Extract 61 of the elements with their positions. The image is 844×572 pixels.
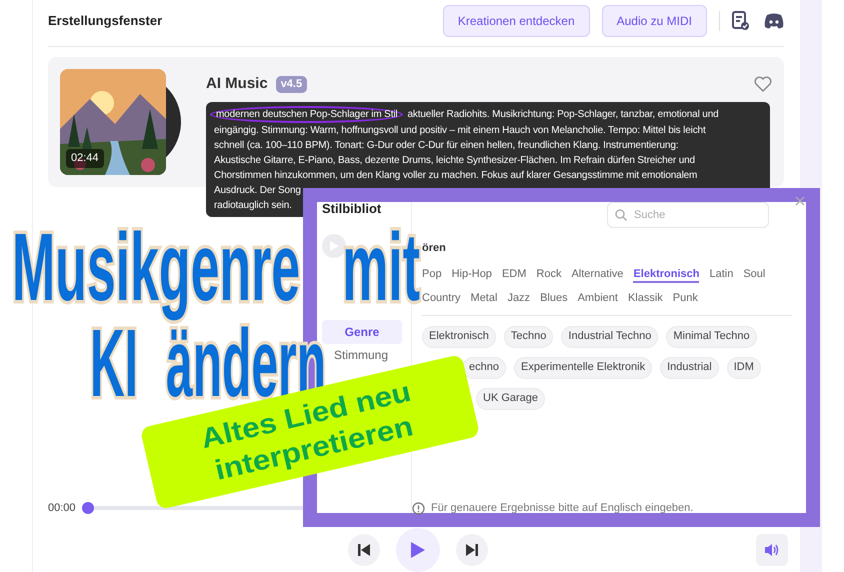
style-chip[interactable]: Industrial bbox=[660, 356, 719, 378]
sidebar-tab[interactable]: Stimmung bbox=[334, 348, 388, 362]
previous-icon bbox=[358, 544, 370, 556]
prompt-text-line: Chorstimmen hinzukommen, um den Klang voller zu machen. Fokus auf klarer Gesangsstimme mit emotionalem bbox=[214, 168, 698, 182]
style-chip[interactable]: IDM bbox=[726, 356, 761, 378]
search-field[interactable]: Suche bbox=[607, 202, 769, 228]
next-icon bbox=[466, 544, 478, 556]
category-filter[interactable]: Punk bbox=[672, 290, 698, 306]
category-filter[interactable]: Latin bbox=[709, 266, 734, 282]
prompt-text-line: eingängig. Stimmung: Warm, hoffnungsvoll und positiv – mit einem Hauch von Melancholie. Tempo: Mittel bis leicht bbox=[214, 124, 706, 138]
category-filter[interactable]: Pop bbox=[422, 266, 442, 282]
close-icon[interactable] bbox=[795, 196, 805, 206]
progress-thumb[interactable] bbox=[82, 502, 94, 514]
category-filter[interactable]: Soul bbox=[743, 266, 766, 282]
category-filter[interactable]: EDM bbox=[502, 266, 526, 282]
previous-button[interactable] bbox=[348, 534, 380, 566]
dialog-title: Stilbibliot bbox=[322, 202, 382, 216]
category-filter[interactable]: Jazz bbox=[507, 290, 530, 306]
track-title: AI Music bbox=[206, 74, 268, 94]
headline-word: mit bbox=[342, 216, 420, 320]
circled-phrase: modernen deutschen Pop-Schlager im Stil bbox=[210, 106, 404, 122]
discord-icon[interactable] bbox=[764, 13, 784, 29]
section-label: ören bbox=[422, 241, 447, 256]
info-icon bbox=[412, 502, 425, 515]
category-filter[interactable]: Metal bbox=[470, 290, 498, 306]
category-filter[interactable]: Country bbox=[422, 290, 461, 306]
search-icon bbox=[615, 209, 627, 221]
style-chip[interactable]: UK Garage bbox=[476, 388, 546, 410]
category-filter[interactable]: Blues bbox=[540, 290, 568, 306]
checklist-icon[interactable] bbox=[732, 11, 750, 31]
category-filter[interactable]: Ambient bbox=[578, 290, 618, 306]
style-chip[interactable]: Elektronisch bbox=[422, 326, 496, 348]
category-filter[interactable]: Rock bbox=[536, 266, 562, 282]
style-chip[interactable]: Minimal Techno bbox=[666, 326, 757, 348]
prompt-text-line: schnell (ca. 100–110 BPM). Tonart: G-Dur oder C-Dur für einen hellen, freundlichen Klang. Instrumentierung: bbox=[214, 138, 678, 152]
duration-label: 02:44 bbox=[66, 149, 104, 168]
category-filter[interactable]: Elektronisch bbox=[633, 266, 700, 282]
prompt-text-line: aktueller Radiohits. Musikrichtung: Pop-Schlager, tanzbar, emotional und bbox=[407, 108, 719, 122]
time-label: 00:00 bbox=[48, 501, 76, 516]
category-filter[interactable]: Klassik bbox=[628, 290, 663, 306]
play-button[interactable] bbox=[396, 528, 440, 572]
category-filter[interactable]: Hip-Hop bbox=[452, 266, 492, 282]
prompt-text-line: radiotauglich sein. bbox=[214, 198, 292, 212]
speaker-icon bbox=[764, 543, 780, 557]
style-chip[interactable]: Techno bbox=[504, 326, 554, 348]
style-chip[interactable]: Industrial Techno bbox=[561, 326, 658, 348]
heart-icon[interactable] bbox=[754, 76, 772, 92]
category-filter[interactable]: Alternative bbox=[571, 266, 624, 282]
next-button[interactable] bbox=[456, 534, 488, 566]
hint-text: Für genauere Ergebnisse bitte auf Englisch eingeben. bbox=[431, 501, 694, 516]
volume-button[interactable] bbox=[756, 534, 788, 566]
sidebar-tab[interactable]: Genre bbox=[322, 320, 402, 344]
version-badge: v4.5 bbox=[276, 76, 308, 92]
prompt-text-line: Ausdruck. Der Song bbox=[214, 184, 301, 198]
style-chip[interactable]: echno bbox=[462, 356, 506, 378]
window-title: Erstellungsfenster bbox=[48, 12, 162, 30]
prompt-text-line: Akustische Gitarre, E-Piano, Bass, dezente Drums, leichte Synthesizer-Flächen. Im Refrain dürfen Streicher und bbox=[214, 154, 695, 168]
header-button[interactable]: Audio zu MIDI bbox=[602, 5, 707, 37]
style-chip[interactable]: Experimentelle Elektronik bbox=[514, 356, 652, 378]
play-icon bbox=[410, 541, 426, 559]
header-button[interactable]: Kreationen entdecken bbox=[442, 5, 590, 37]
